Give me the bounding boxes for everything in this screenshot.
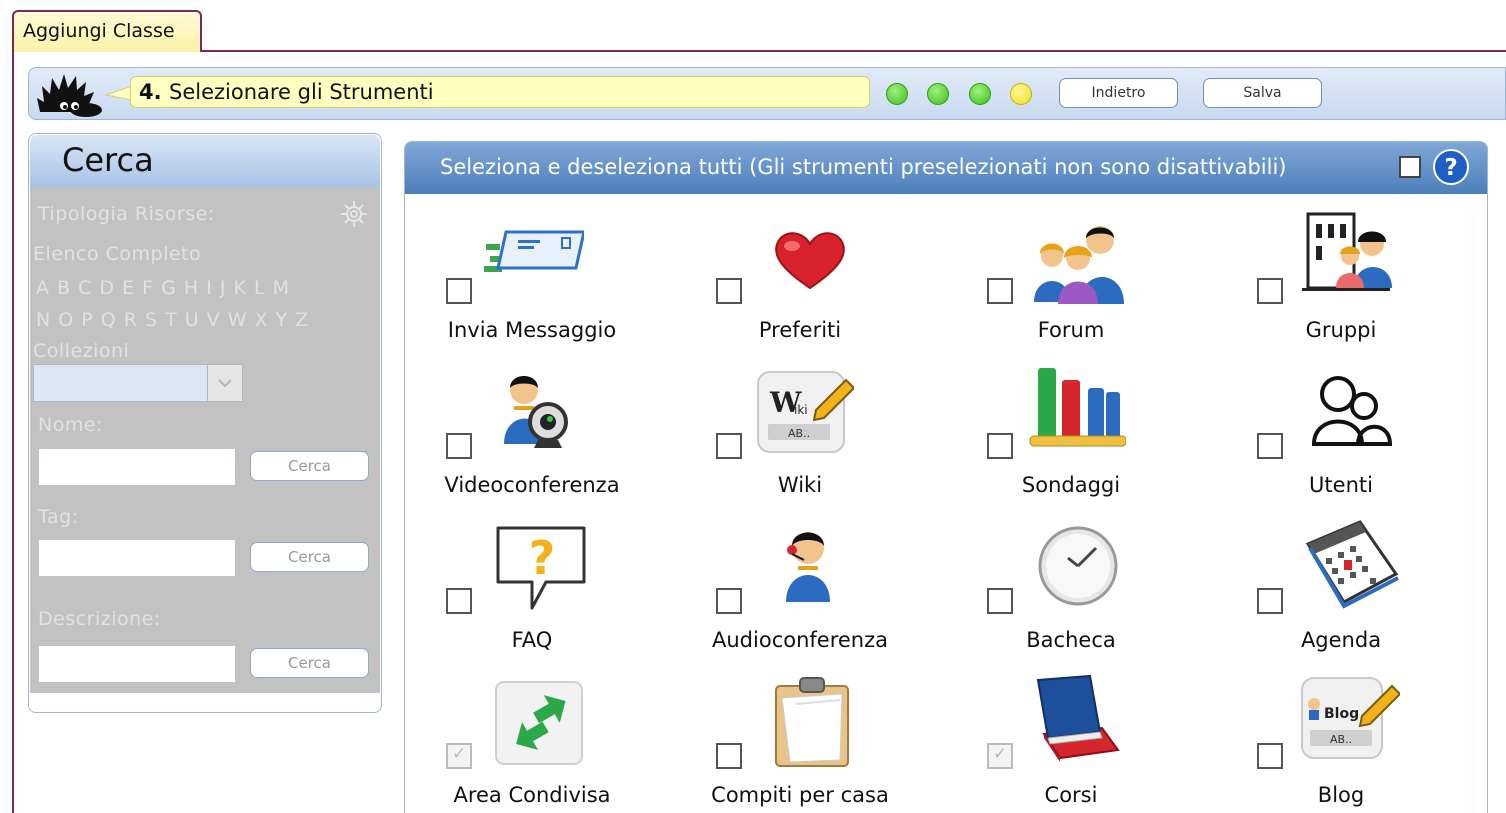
select-all-checkbox[interactable] bbox=[1399, 156, 1421, 178]
tipologia-label: Tipologia Risorse: bbox=[38, 203, 215, 225]
svg-text:AB..: AB.. bbox=[1330, 733, 1352, 746]
svg-text:iki: iki bbox=[794, 403, 808, 417]
forum-people-icon bbox=[1034, 226, 1124, 304]
search-title: Cerca bbox=[62, 141, 154, 179]
tool-label-utenti: Utenti bbox=[1309, 473, 1373, 497]
bar-chart-icon bbox=[1029, 368, 1126, 447]
tool-label-videoconferenza: Videoconferenza bbox=[444, 473, 620, 497]
nome-input[interactable] bbox=[38, 448, 236, 486]
tool-checkbox-invia-messaggio[interactable] bbox=[446, 278, 472, 304]
tool-checkbox-preferiti[interactable] bbox=[716, 278, 742, 304]
tool-checkbox-area-condivisa bbox=[446, 743, 472, 769]
tool-checkbox-audioconferenza[interactable] bbox=[716, 588, 742, 614]
tab-aggiungi-classe[interactable]: Aggiungi Classe bbox=[12, 10, 202, 52]
tool-checkbox-compiti-per-casa[interactable] bbox=[716, 743, 742, 769]
blog-pencil-icon: Blog AB.. bbox=[1301, 677, 1400, 759]
tool-label-preferiti: Preferiti bbox=[758, 318, 842, 342]
tool-label-blog: Blog bbox=[1317, 783, 1365, 807]
heart-icon bbox=[775, 232, 845, 290]
frame-border bbox=[12, 50, 14, 813]
hedgehog-mascot-icon bbox=[37, 74, 102, 117]
webcam-user-icon bbox=[504, 376, 568, 448]
step-title: Selezionare gli Strumenti bbox=[169, 80, 434, 104]
cerca-tag-button[interactable]: Cerca bbox=[250, 542, 369, 572]
tool-checkbox-forum[interactable] bbox=[987, 278, 1013, 304]
clipboard-icon bbox=[775, 677, 849, 767]
tool-checkbox-wiki[interactable] bbox=[716, 433, 742, 459]
svg-text:AB..: AB.. bbox=[788, 427, 810, 440]
tool-checkbox-corsi bbox=[987, 743, 1013, 769]
users-outline-icon bbox=[1311, 376, 1393, 446]
step-number: 4. bbox=[139, 80, 162, 104]
select-all-label: Seleziona e deseleziona tutti (Gli strum… bbox=[440, 155, 1287, 179]
shared-arrows-icon bbox=[495, 681, 583, 765]
step-dot-2 bbox=[927, 83, 949, 105]
tab-label: Aggiungi Classe bbox=[23, 20, 175, 42]
tool-checkbox-utenti[interactable] bbox=[1257, 433, 1283, 459]
tool-checkbox-bacheca[interactable] bbox=[987, 588, 1013, 614]
headset-user-icon bbox=[786, 532, 830, 602]
alphabet-row-2[interactable]: N O P Q R S T U V W X Y Z bbox=[36, 309, 309, 331]
books-icon bbox=[1036, 674, 1120, 762]
tool-label-bacheca: Bacheca bbox=[1026, 628, 1116, 652]
step-dot-3 bbox=[969, 83, 991, 105]
clock-icon bbox=[1038, 526, 1118, 606]
groups-building-icon bbox=[1302, 212, 1392, 291]
cerca-nome-button[interactable]: Cerca bbox=[250, 451, 369, 481]
chevron-down-icon bbox=[218, 379, 232, 388]
help-icon[interactable]: ? bbox=[1432, 148, 1470, 186]
descrizione-label: Descrizione: bbox=[38, 608, 161, 630]
tool-label-corsi: Corsi bbox=[1044, 783, 1098, 807]
select-arrow[interactable] bbox=[207, 364, 243, 402]
tool-label-agenda: Agenda bbox=[1300, 628, 1382, 652]
tool-checkbox-blog[interactable] bbox=[1257, 743, 1283, 769]
tool-label-forum: Forum bbox=[1037, 318, 1105, 342]
step-dot-1 bbox=[886, 83, 908, 105]
tab-divider bbox=[200, 50, 1506, 52]
tool-checkbox-gruppi[interactable] bbox=[1257, 278, 1283, 304]
tool-checkbox-agenda[interactable] bbox=[1257, 588, 1283, 614]
step-dot-4 bbox=[1010, 83, 1032, 105]
save-button[interactable]: Salva bbox=[1203, 78, 1322, 108]
descrizione-input[interactable] bbox=[38, 645, 236, 683]
tool-label-sondaggi: Sondaggi bbox=[1021, 473, 1121, 497]
cerca-descrizione-button[interactable]: Cerca bbox=[250, 648, 369, 678]
tool-checkbox-videoconferenza[interactable] bbox=[446, 433, 472, 459]
tool-label-audioconferenza: Audioconferenza bbox=[712, 628, 888, 652]
elenco-completo-link[interactable]: Elenco Completo bbox=[33, 243, 201, 265]
tag-input[interactable] bbox=[38, 539, 236, 577]
tool-label-faq: FAQ bbox=[511, 628, 553, 652]
nome-label: Nome: bbox=[38, 414, 103, 436]
tool-label-area-condivisa: Area Condivisa bbox=[453, 783, 611, 807]
tool-checkbox-faq[interactable] bbox=[446, 588, 472, 614]
svg-text:?: ? bbox=[529, 531, 556, 585]
calendar-icon bbox=[1305, 520, 1399, 609]
wiki-pencil-icon: W iki AB.. bbox=[757, 371, 854, 453]
svg-text:Blog: Blog bbox=[1324, 706, 1359, 722]
tool-label-wiki: Wiki bbox=[777, 473, 823, 497]
question-bubble-icon: ? bbox=[496, 526, 586, 610]
tool-checkbox-sondaggi[interactable] bbox=[987, 433, 1013, 459]
svg-text:?: ? bbox=[1444, 155, 1457, 181]
tool-label-gruppi: Gruppi bbox=[1305, 318, 1377, 342]
send-message-icon bbox=[484, 230, 584, 272]
back-button[interactable]: Indietro bbox=[1059, 78, 1178, 108]
step-indicator: 4. Selezionare gli Strumenti bbox=[130, 76, 870, 108]
tool-label-invia-messaggio: Invia Messaggio bbox=[447, 318, 617, 342]
alphabet-row-1[interactable]: A B C D E F G H I J K L M bbox=[36, 277, 290, 299]
tool-label-compiti-per-casa: Compiti per casa bbox=[711, 783, 889, 807]
gear-icon[interactable] bbox=[338, 198, 370, 230]
tag-label: Tag: bbox=[38, 506, 79, 528]
collezioni-label: Collezioni bbox=[33, 340, 130, 362]
